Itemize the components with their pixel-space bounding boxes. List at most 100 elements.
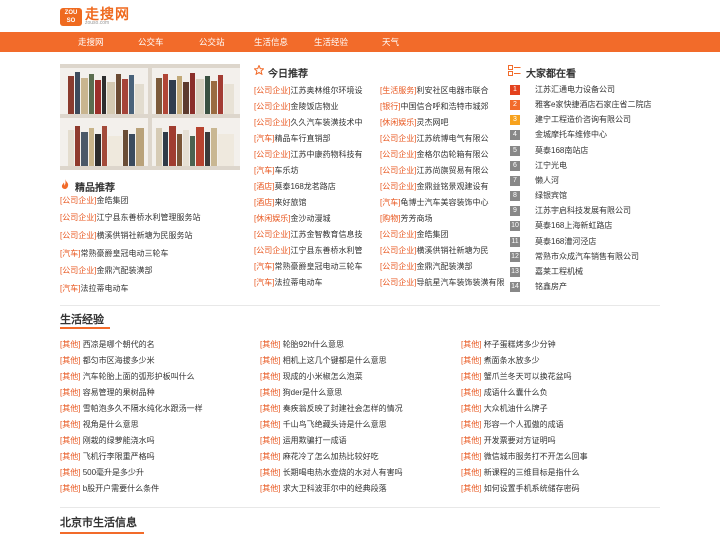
list-item[interactable]: [公司企业]金鼎汽配装潢部 [380, 262, 472, 272]
list-item[interactable]: [其他] b股开户需要什么条件 [60, 484, 159, 494]
list-item[interactable]: [其他] 形容一个人孤傲的成语 [461, 420, 564, 430]
list-item[interactable]: [公司企业]江苏尚旗贸易有限公 [380, 166, 488, 176]
today-title: 今日推荐 [268, 69, 308, 80]
list-item[interactable]: [其他] 轮胎92h什么意思 [260, 340, 344, 350]
list-item[interactable]: [其他] 飞机行李限重严格吗 [60, 452, 155, 462]
list-item[interactable]: [其他] 新课程的三维目标是指什么 [461, 468, 580, 478]
list-item[interactable]: [其他] 大众机油什么牌子 [461, 404, 548, 414]
trending-icon [508, 65, 521, 76]
nav-home[interactable]: 走搜网 [78, 32, 104, 52]
list-item[interactable]: [公司企业]导航星汽车装饰装潢有限 [380, 278, 504, 288]
rank-badge: 1 [510, 85, 520, 95]
list-item[interactable]: [生活服务]利安社区电器市联合 [380, 86, 488, 96]
list-item[interactable]: [公司企业]江宁县东善桥水利管 [254, 246, 362, 256]
rank-badge: 11 [510, 236, 520, 247]
star-icon [254, 65, 264, 75]
list-item[interactable]: 雅客e家快捷酒店石家庄省二院店 [535, 100, 651, 110]
list-item[interactable]: [其他] 500毫升是多少升 [60, 468, 144, 478]
list-item[interactable]: [其他] 雪帕泡多久不隔水纯化水跟汤一样 [60, 404, 203, 414]
list-item[interactable]: [其他] 容易管理的果树品种 [60, 388, 155, 398]
list-item[interactable]: [公司企业]江苏统博电气有限公 [380, 134, 488, 144]
list-item[interactable]: [其他] 西凉是哪个朝代的名 [60, 340, 155, 350]
list-item[interactable]: [休闲娱乐]金沙动漫城 [254, 214, 330, 224]
list-item[interactable]: [购物]芳芳商场 [380, 214, 432, 224]
list-item[interactable]: 常熟市众成汽车销售有限公司 [535, 252, 639, 262]
fire-icon [61, 179, 69, 189]
list-item[interactable]: [汽车]法拉蒂电动车 [60, 284, 128, 294]
rank-badge: 5 [510, 145, 520, 156]
nav-bus[interactable]: 公交车 [138, 32, 164, 52]
list-item[interactable]: [汽车]法拉蒂电动车 [254, 278, 322, 288]
bookshelf-illustration [60, 64, 240, 170]
list-item[interactable]: 建宁工程造价咨询有限公司 [535, 115, 631, 125]
logo-badge: ZOU SO [60, 7, 82, 26]
nav-weather[interactable]: 天气 [382, 32, 399, 52]
beijing-title: 北京市生活信息 [60, 517, 137, 529]
list-item[interactable]: [酒店]莫泰168龙茗路店 [254, 182, 336, 192]
list-item[interactable]: [汽车]精品车行直销部 [254, 134, 330, 144]
list-item[interactable]: [公司企业]江宁县东善桥水利管理服务站 [60, 213, 200, 223]
list-item[interactable]: [其他] 开发票要对方证明吗 [461, 436, 556, 446]
nav-life-experience[interactable]: 生活经验 [314, 32, 348, 52]
list-item[interactable]: [公司企业]横溪供销社新塘为民服务站 [60, 231, 192, 241]
list-item[interactable]: 江苏汇通电力设备公司 [535, 85, 615, 95]
list-item[interactable]: 江苏宇启科技发展有限公司 [535, 206, 631, 216]
list-item[interactable]: [其他] 汽车轮胎上面的弧形护板叫什么 [60, 372, 195, 382]
list-item[interactable]: 莫泰168南站店 [535, 146, 588, 156]
list-item[interactable]: [公司企业]金鼎汽配装潢部 [60, 266, 152, 276]
list-item[interactable]: [其他] 求大卫科波菲尔中的经典段落 [260, 484, 387, 494]
rank-badge: 10 [510, 221, 520, 232]
list-item[interactable]: [酒店]来好旅馆 [254, 198, 306, 208]
list-item[interactable]: 莫泰168漕河泾店 [535, 237, 596, 247]
list-item[interactable]: [其他] 千山鸟飞绝藏头诗是什么意思 [260, 420, 387, 430]
list-item[interactable]: [汽车]常熟豪爵皇冠电动三轮车 [60, 249, 168, 259]
list-item[interactable]: [其他] 蟹爪兰冬天可以换花盆吗 [461, 372, 572, 382]
list-item[interactable]: [公司企业]金陵饭店物业 [254, 102, 338, 112]
bookshelf-banner-image[interactable] [60, 64, 240, 170]
list-item[interactable]: [其他] 成语什么囊什么负 [461, 388, 548, 398]
list-item[interactable]: [其他] 麻花冷了怎么加热比较好吃 [260, 452, 379, 462]
list-item[interactable]: [公司企业]金鼎益铭景观建设有 [380, 182, 488, 192]
list-item[interactable]: [公司企业]江苏奥林维尔环境设 [254, 86, 362, 96]
list-item[interactable]: [休闲娱乐]灵杰网吧 [380, 118, 448, 128]
list-item[interactable]: [公司企业]金格尔齿轮箱有限公 [380, 150, 488, 160]
list-item[interactable]: 铭鑫房产 [535, 282, 567, 292]
list-item[interactable]: [其他] 狗der是什么意思 [260, 388, 342, 398]
list-item[interactable]: [公司企业]江苏中康药物科技有 [254, 150, 362, 160]
list-item[interactable]: [其他] 运用欺骗打一成语 [260, 436, 347, 446]
list-item[interactable]: [其他] 视角是什么意思 [60, 420, 139, 430]
rank-badge: 6 [510, 160, 520, 171]
list-item[interactable]: [汽车]龟博士汽车美容装饰中心 [380, 198, 488, 208]
list-item[interactable]: 江宁光电 [535, 161, 567, 171]
list-item[interactable]: 懒人河 [535, 176, 559, 186]
list-item[interactable]: 莫泰168上海新虹路店 [535, 221, 612, 231]
list-item[interactable]: [其他] 相机上这几个键都是什么意思 [260, 356, 387, 366]
list-item[interactable]: [汽车]车乐坊 [254, 166, 298, 176]
rank-badge: 4 [510, 130, 520, 141]
nav-life-info[interactable]: 生活信息 [254, 32, 288, 52]
list-item[interactable]: [其他] 现成的小米椒怎么泡菜 [260, 372, 363, 382]
list-item[interactable]: 金城摩托车维修中心 [535, 130, 607, 140]
list-item[interactable]: [其他] 如何设置手机系统储存密码 [461, 484, 580, 494]
list-item[interactable]: [其他] 长期喝电热水壶烧的水对人有害吗 [260, 468, 403, 478]
list-item[interactable]: [其他] 刚栽的绿萝能浇水吗 [60, 436, 155, 446]
list-item[interactable]: [公司企业]久久汽车装潢技术中 [254, 118, 362, 128]
site-logo[interactable]: ZOU SO 走搜网 zouso.com [60, 7, 130, 26]
title-underline [60, 327, 110, 329]
nav-bus-stop[interactable]: 公交站 [199, 32, 225, 52]
list-item[interactable]: [公司企业]金皓集团 [380, 230, 448, 240]
list-item[interactable]: [公司企业]江苏金智教育信息技 [254, 230, 362, 240]
list-item[interactable]: [其他] 杯子蛋糕烤多少分钟 [461, 340, 556, 350]
list-item[interactable]: 绿银宾馆 [535, 191, 567, 201]
list-item[interactable]: [其他] 都匀市区海拔多少米 [60, 356, 155, 366]
rank-badge: 2 [510, 100, 520, 111]
list-item[interactable]: [公司企业]横溪供销社新塘为民 [380, 246, 488, 256]
list-item[interactable]: [银行]中国信合呼和浩特市城郊 [380, 102, 488, 112]
list-item[interactable]: [汽车]常熟豪爵皇冠电动三轮车 [254, 262, 362, 272]
list-item[interactable]: [其他] 煮面条水放多少 [461, 356, 540, 366]
list-item[interactable]: [其他] 奏疾翁反映了封建社会怎样的情况 [260, 404, 403, 414]
list-item[interactable]: [公司企业]金皓集团 [60, 196, 128, 206]
list-item[interactable]: [其他] 微信城市服务打不开怎么回事 [461, 452, 588, 462]
divider [60, 507, 660, 508]
list-item[interactable]: 嘉莱工程机械 [535, 267, 583, 277]
